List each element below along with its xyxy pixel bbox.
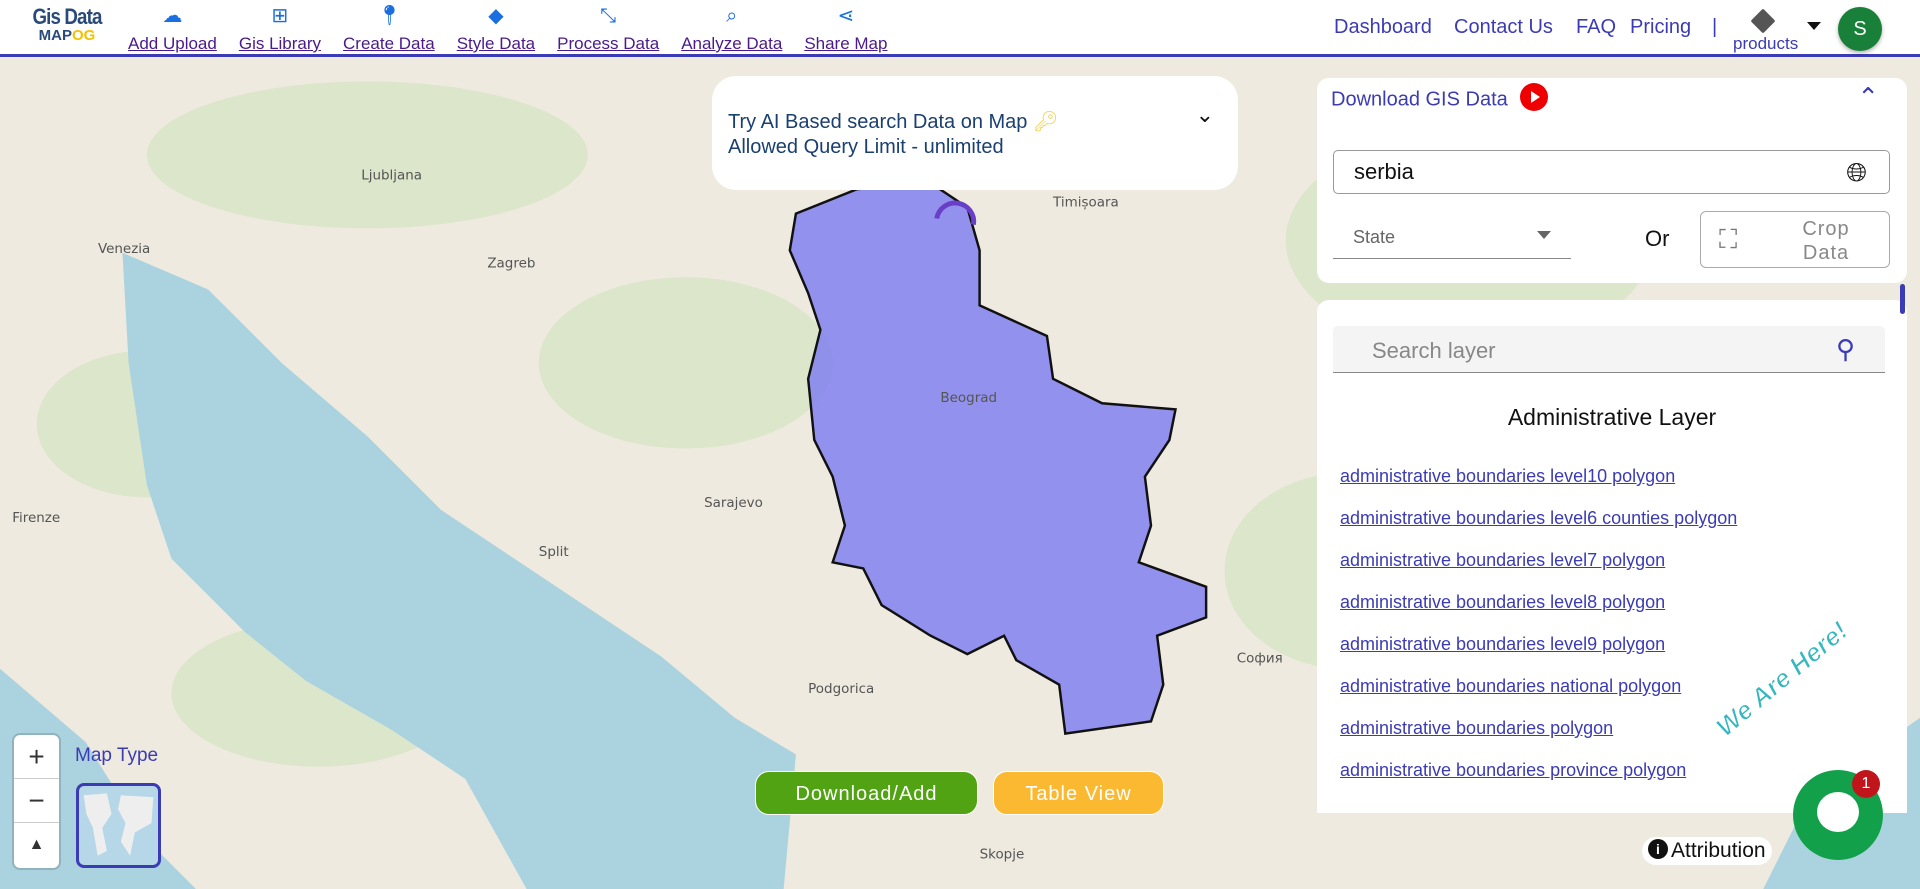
paint-bucket-icon: ◆ bbox=[488, 5, 504, 27]
zoom-in-button[interactable]: + bbox=[14, 735, 59, 779]
or-label: Or bbox=[1645, 226, 1670, 251]
share-icon: ⋖ bbox=[837, 5, 855, 27]
info-icon: i bbox=[1648, 839, 1668, 860]
nav-label: Create Data bbox=[343, 34, 435, 53]
zoom-control: + − ▲ bbox=[14, 735, 59, 868]
map-label: Venezia bbox=[98, 242, 150, 257]
nav-label: Add Upload bbox=[128, 34, 217, 53]
map-type-label: Map Type bbox=[75, 745, 159, 766]
chat-bubble-icon bbox=[1817, 792, 1859, 832]
caret-down-icon bbox=[1807, 22, 1821, 30]
search-icon[interactable]: ⚲ bbox=[1836, 334, 1855, 365]
map-label: София bbox=[1237, 652, 1283, 667]
layer-link[interactable]: administrative boundaries polygon bbox=[1340, 717, 1737, 759]
crop-data-button[interactable]: ⛶ Crop Data bbox=[1700, 211, 1890, 268]
table-view-button[interactable]: Table View bbox=[993, 771, 1164, 815]
layer-link[interactable]: administrative boundaries level10 polygo… bbox=[1340, 465, 1737, 507]
products-menu[interactable]: products bbox=[1730, 8, 1821, 56]
crop-icon: ⛶ bbox=[1719, 224, 1738, 254]
nav-label: Process Data bbox=[557, 34, 660, 53]
map-label: Podgorica bbox=[808, 682, 874, 697]
caret-down-icon bbox=[1537, 231, 1551, 239]
globe-icon[interactable]: 🌐︎ bbox=[1846, 159, 1867, 185]
nav-gis-library[interactable]: ⊞ Gis Library bbox=[239, 4, 321, 54]
map-label: Beograd bbox=[940, 391, 997, 406]
map-type-thumbnail[interactable] bbox=[76, 783, 161, 868]
logo[interactable]: Gis Data MAPOG bbox=[22, 6, 112, 44]
map-label: Firenze bbox=[12, 511, 60, 526]
download-gis-panel: Download GIS Data ⌃ serbia 🌐︎ State Or ⛶ C… bbox=[1317, 78, 1907, 283]
nav-label: Gis Library bbox=[238, 34, 322, 53]
nav-label: Share Map bbox=[804, 34, 888, 53]
logo-text: Gis Data bbox=[32, 4, 102, 29]
nav-create-data[interactable]: 📍︎ Create Data bbox=[343, 4, 435, 54]
nav-label: Style Data bbox=[456, 34, 536, 53]
main-nav: ☁ Add Upload ⊞ Gis Library 📍︎ Create Data ◆… bbox=[128, 4, 909, 54]
ai-query-limit: Allowed Query Limit - unlimited bbox=[728, 136, 1004, 158]
map-label: Ljubljana bbox=[361, 168, 422, 183]
layer-link[interactable]: administrative boundaries level8 polygon bbox=[1340, 591, 1737, 633]
separator: | bbox=[1712, 16, 1718, 38]
map-pin-icon: 📍︎ bbox=[376, 5, 403, 27]
compass-north-icon[interactable]: ▲ bbox=[14, 823, 59, 867]
nav-add-upload[interactable]: ☁ Add Upload bbox=[128, 4, 217, 54]
top-header: Gis Data MAPOG ☁ Add Upload ⊞ Gis Library … bbox=[0, 0, 1920, 57]
map-label: Zagreb bbox=[487, 256, 535, 271]
library-add-icon: ⊞ bbox=[271, 5, 289, 27]
faq-link[interactable]: FAQ bbox=[1576, 16, 1616, 39]
state-select[interactable]: State bbox=[1333, 213, 1571, 259]
cloud-upload-icon: ☁ bbox=[162, 5, 183, 27]
layers-panel: Search layer ⚲ Administrative Layer admin… bbox=[1317, 300, 1907, 813]
layer-link[interactable]: administrative boundaries level7 polygon bbox=[1340, 549, 1737, 591]
download-add-button[interactable]: Download/Add bbox=[755, 771, 978, 815]
download-panel-header: Download GIS Data ⌃ bbox=[1317, 78, 1907, 120]
map-label: Skopje bbox=[980, 847, 1025, 862]
layers-title: Administrative Layer bbox=[1507, 404, 1717, 430]
scrollbar[interactable] bbox=[1900, 284, 1905, 314]
pricing-link[interactable]: Pricing bbox=[1630, 16, 1691, 39]
layer-list: administrative boundaries level10 polygo… bbox=[1340, 465, 1737, 801]
map-label: Timișoara bbox=[1052, 195, 1119, 210]
youtube-icon[interactable] bbox=[1519, 83, 1548, 111]
layer-link[interactable]: administrative boundaries level6 countie… bbox=[1340, 507, 1737, 549]
nav-process-data[interactable]: ⤡ Process Data bbox=[557, 4, 659, 54]
key-icon: 🔑︎ bbox=[1032, 111, 1059, 133]
world-map-thumbnail bbox=[83, 793, 154, 856]
country-input[interactable]: serbia 🌐︎ bbox=[1333, 150, 1890, 194]
layer-link[interactable]: administrative boundaries province polyg… bbox=[1340, 759, 1737, 801]
ai-search-title: Try AI Based search Data on Map 🔑︎ bbox=[728, 111, 1059, 133]
nav-label: Analyze Data bbox=[681, 34, 783, 53]
download-panel-title: Download GIS Data bbox=[1331, 88, 1508, 111]
chevron-down-icon[interactable]: ⌄ bbox=[1196, 102, 1214, 127]
dashboard-link[interactable]: Dashboard bbox=[1334, 16, 1432, 39]
map-label: Sarajevo bbox=[704, 496, 763, 511]
map-label: Split bbox=[539, 545, 569, 560]
chat-notification-badge: 1 bbox=[1852, 770, 1880, 798]
contact-us-link[interactable]: Contact Us bbox=[1454, 16, 1553, 39]
attribution-button[interactable]: i Attribution bbox=[1642, 837, 1772, 865]
layer-search-input[interactable]: Search layer ⚲ bbox=[1333, 326, 1885, 373]
logo-subtext: MAPOG bbox=[38, 27, 96, 44]
products-label: products bbox=[1733, 34, 1799, 53]
process-icon: ⤡ bbox=[600, 5, 617, 27]
layer-link[interactable]: administrative boundaries level9 polygon bbox=[1340, 633, 1737, 675]
analyze-icon: ⌕ bbox=[726, 5, 738, 27]
zoom-out-button[interactable]: − bbox=[14, 779, 59, 823]
nav-share-map[interactable]: ⋖ Share Map bbox=[804, 4, 887, 54]
ai-search-box[interactable]: Try AI Based search Data on Map 🔑︎ Allow… bbox=[712, 76, 1238, 190]
chevron-up-icon[interactable]: ⌃ bbox=[1857, 82, 1879, 113]
nav-style-data[interactable]: ◆ Style Data bbox=[457, 4, 535, 54]
cube-icon bbox=[1750, 8, 1776, 34]
user-avatar[interactable]: S bbox=[1838, 7, 1882, 51]
nav-analyze-data[interactable]: ⌕ Analyze Data bbox=[681, 4, 782, 54]
layer-link[interactable]: administrative boundaries national polyg… bbox=[1340, 675, 1737, 717]
